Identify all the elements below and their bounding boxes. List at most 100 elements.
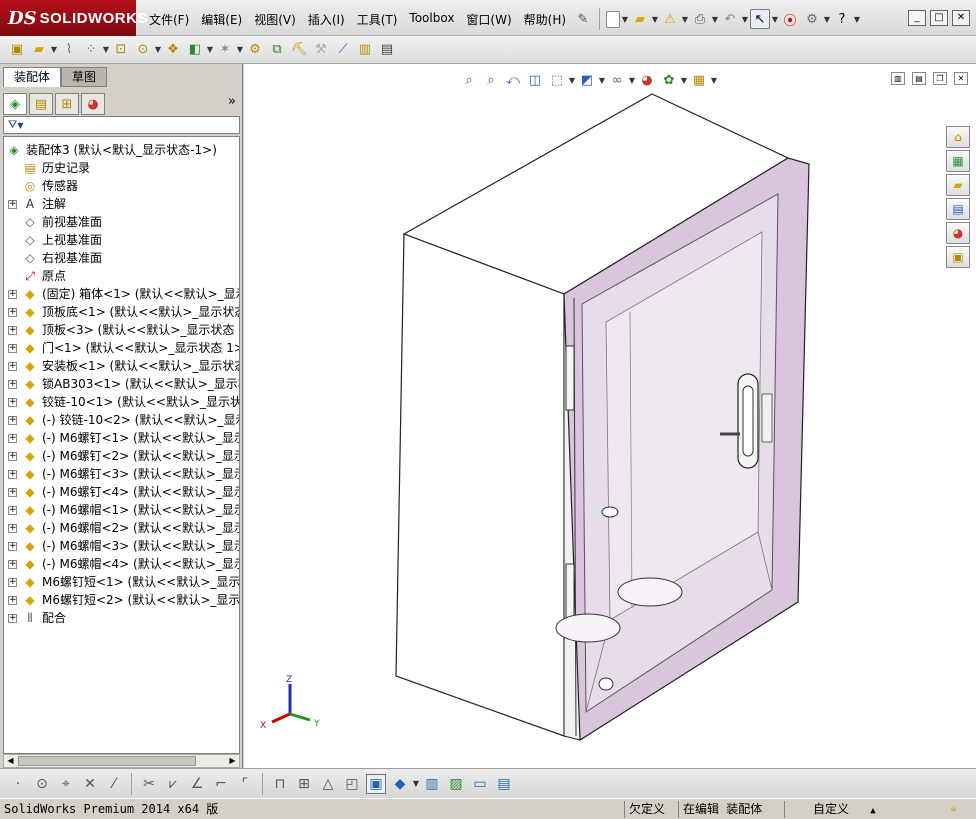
- viewport-expand-icon[interactable]: ▥: [891, 72, 905, 85]
- select-arrow-icon[interactable]: ↖: [750, 9, 770, 29]
- move-dropdown-icon[interactable]: ▼: [154, 40, 162, 60]
- single-view-icon[interactable]: ▭: [470, 774, 490, 794]
- tree-item[interactable]: + ◆ (-) M6螺钉<1> (默认<<默认>_显示状: [4, 429, 239, 447]
- interference-detection-icon[interactable]: ⚒: [311, 40, 331, 60]
- tree-item[interactable]: + ◆ 安装板<1> (默认<<默认>_显示状态 1: [4, 357, 239, 375]
- insert-component-icon[interactable]: ▣: [7, 40, 27, 60]
- tab-assembly[interactable]: 装配体: [3, 67, 62, 87]
- menu-view[interactable]: 视图(V): [249, 9, 301, 30]
- menu-tools[interactable]: 工具(T): [352, 9, 403, 30]
- rebuild-warning-icon[interactable]: ⚠: [660, 9, 680, 29]
- exploded-view-icon[interactable]: ⧉: [267, 40, 287, 60]
- tree-item[interactable]: + A 注解: [4, 195, 239, 213]
- status-tag-icon[interactable]: ⌖: [950, 801, 957, 818]
- help-dropdown-icon[interactable]: ▼: [853, 9, 861, 29]
- print-dropdown-icon[interactable]: ▼: [711, 9, 719, 29]
- viewport-close-icon[interactable]: ✕: [954, 72, 968, 85]
- new-document-icon[interactable]: [606, 10, 620, 28]
- tree-item[interactable]: + ◆ (-) M6螺帽<4> (默认<<默认>_显示状: [4, 555, 239, 573]
- menu-window[interactable]: 窗口(W): [461, 9, 516, 30]
- scroll-right-icon[interactable]: ▶: [226, 755, 239, 767]
- options-dropdown-icon[interactable]: ▼: [823, 9, 831, 29]
- solidworks-resources-icon[interactable]: ⌂: [946, 126, 970, 148]
- property-manager-icon[interactable]: ▤: [29, 93, 53, 115]
- tree-expand-icon[interactable]: +: [8, 452, 17, 461]
- units-arrow-icon[interactable]: ▲: [870, 806, 875, 816]
- menu-insert[interactable]: 插入(I): [303, 9, 350, 30]
- undo-icon[interactable]: ↶: [720, 9, 740, 29]
- close-icon[interactable]: ✕: [952, 10, 970, 26]
- print-icon[interactable]: ⎙: [690, 9, 710, 29]
- two-view-icon[interactable]: ▤: [494, 774, 514, 794]
- corner-icon[interactable]: ⌐: [211, 774, 231, 794]
- shaded-view-icon[interactable]: ▣: [366, 773, 386, 794]
- view-settings-dropdown-icon[interactable]: ▼: [710, 70, 718, 90]
- filter-dropdown-icon[interactable]: ▼: [17, 121, 23, 130]
- hole-alignment-icon[interactable]: ▥: [355, 40, 375, 60]
- undo-dropdown-icon[interactable]: ▼: [741, 9, 749, 29]
- options-icon[interactable]: ⚙: [802, 9, 822, 29]
- orientation-dropdown-icon[interactable]: ▼: [598, 70, 606, 90]
- tree-filter[interactable]: ⛛▼: [3, 116, 240, 134]
- scroll-left-icon[interactable]: ◀: [4, 755, 17, 767]
- tree-expand-icon[interactable]: +: [8, 560, 17, 569]
- tree-expand-icon[interactable]: +: [8, 200, 17, 209]
- display-manager-icon[interactable]: ◕: [81, 93, 105, 115]
- explode-line-sketch-icon[interactable]: ⛏: [289, 40, 309, 60]
- bill-of-materials-icon[interactable]: ⚙: [245, 40, 265, 60]
- viewport-tile-icon[interactable]: ▤: [912, 72, 926, 85]
- tree-expand-icon[interactable]: +: [8, 290, 17, 299]
- open-folder-icon[interactable]: ▰: [630, 9, 650, 29]
- menu-help[interactable]: 帮助(H): [519, 9, 571, 30]
- configuration-manager-icon[interactable]: ⊞: [55, 93, 79, 115]
- assembly-features-icon[interactable]: ❖: [163, 40, 183, 60]
- tree-item[interactable]: ◇ 右视基准面: [4, 249, 239, 267]
- endpoint-icon[interactable]: ⌜: [235, 774, 255, 794]
- reference-geometry-icon[interactable]: ◧: [185, 40, 205, 60]
- tree-item[interactable]: + ◆ (固定) 箱体<1> (默认<<默认>_显示状: [4, 285, 239, 303]
- tree-horizontal-scrollbar[interactable]: ◀ ▶: [3, 754, 240, 768]
- scroll-thumb[interactable]: [18, 756, 196, 766]
- zoom-to-fit-icon[interactable]: ⌕: [459, 70, 479, 90]
- move-component-icon[interactable]: ⊡: [111, 40, 131, 60]
- appearances-icon[interactable]: ◕: [946, 222, 970, 244]
- linear-pattern-icon[interactable]: ⁘: [81, 40, 101, 60]
- tangent-icon[interactable]: ⁄: [104, 774, 124, 794]
- clearance-verification-icon[interactable]: ⟋: [333, 40, 353, 60]
- tree-item[interactable]: ⤢ 原点: [4, 267, 239, 285]
- apply-scene-icon[interactable]: ✿: [659, 70, 679, 90]
- file-explorer-icon[interactable]: ▰: [946, 174, 970, 196]
- polygon-icon[interactable]: ⌖: [56, 774, 76, 794]
- tree-item[interactable]: ◎ 传感器: [4, 177, 239, 195]
- tree-item[interactable]: + ◆ (-) M6螺帽<3> (默认<<默认>_显示状: [4, 537, 239, 555]
- tree-item[interactable]: + ◆ M6螺钉短<1> (默认<<默认>_显示状态: [4, 573, 239, 591]
- hide-show-dropdown-icon[interactable]: ▼: [628, 70, 636, 90]
- tree-expand-icon[interactable]: +: [8, 614, 17, 623]
- materials-icon[interactable]: ▥: [422, 774, 442, 794]
- tree-item[interactable]: + ◆ 铰链-10<1> (默认<<默认>_显示状态: [4, 393, 239, 411]
- tree-item[interactable]: + ◆ 顶板<3> (默认<<默认>_显示状态 1>): [4, 321, 239, 339]
- trim-icon[interactable]: ✂: [139, 774, 159, 794]
- new-part-dropdown-icon[interactable]: ▼: [50, 40, 58, 60]
- tab-sketch[interactable]: 草图: [61, 67, 108, 87]
- tree-item[interactable]: + ◆ 锁AB303<1> (默认<<默认>_显示状态: [4, 375, 239, 393]
- tree-expand-icon[interactable]: +: [8, 434, 17, 443]
- traffic-light-icon[interactable]: ⦿: [780, 9, 800, 29]
- select-dropdown-icon[interactable]: ▼: [771, 9, 779, 29]
- tree-expand-icon[interactable]: +: [8, 542, 17, 551]
- feature-manager-icon[interactable]: ◈: [3, 93, 27, 115]
- menu-edit[interactable]: 编辑(E): [196, 9, 247, 30]
- grid-icon[interactable]: ⊞: [294, 774, 314, 794]
- help-icon[interactable]: ?: [832, 9, 852, 29]
- tree-item[interactable]: ◇ 上视基准面: [4, 231, 239, 249]
- motion-dropdown-icon[interactable]: ▼: [236, 40, 244, 60]
- tree-item[interactable]: + ◆ M6螺钉短<2> (默认<<默认>_显示状态: [4, 591, 239, 609]
- tree-item[interactable]: + ◆ (-) M6螺钉<3> (默认<<默认>_显示状: [4, 465, 239, 483]
- tree-item[interactable]: ◇ 前视基准面: [4, 213, 239, 231]
- maximize-icon[interactable]: □: [930, 10, 948, 26]
- manager-expand-icon[interactable]: »: [228, 94, 236, 109]
- dimension-icon[interactable]: ⊓: [270, 774, 290, 794]
- mate-icon[interactable]: ⌇: [59, 40, 79, 60]
- tree-expand-icon[interactable]: +: [8, 380, 17, 389]
- new-part-icon[interactable]: ▰: [29, 40, 49, 60]
